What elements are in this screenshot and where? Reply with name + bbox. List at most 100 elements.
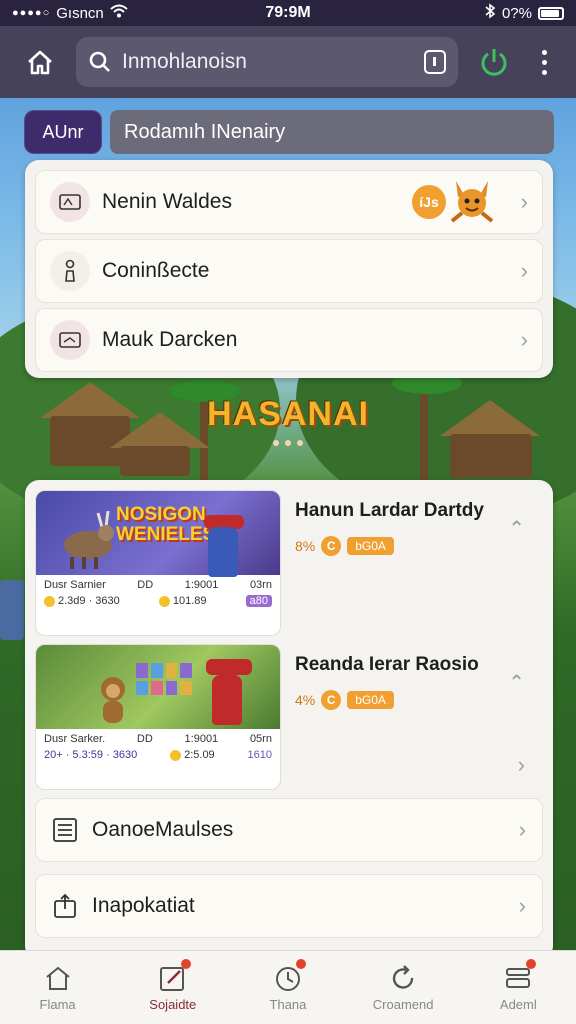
stat-b1: 2.3d9 · 3630 <box>58 595 120 607</box>
nav-item-refresh[interactable]: Croamend <box>353 963 453 1012</box>
nav-label: Ademl <box>499 997 537 1012</box>
share-icon <box>54 893 76 918</box>
stat-name: Dusr Sarker. <box>44 733 106 745</box>
coin-icon <box>158 595 170 607</box>
chevron-up-icon[interactable]: ⌃ <box>508 670 525 695</box>
stat-b3: 1610 <box>247 749 272 761</box>
game-info: Reanda Ierar Raosio 4% C bG0A ⌃ › <box>281 644 543 790</box>
coin-icon <box>44 595 55 607</box>
nav-item-stack[interactable]: Ademl <box>468 959 568 1012</box>
tabs-icon[interactable] <box>424 50 446 74</box>
game-row-1[interactable]: Dusr Sarker. DD 1:9001 05rn 20+ · 5.3:59… <box>35 644 543 790</box>
carousel-dots <box>200 440 376 446</box>
game-percent: 4% <box>295 692 316 708</box>
nav-label: Sojaidte <box>149 997 197 1012</box>
more-menu-icon[interactable] <box>530 40 558 84</box>
stat-a1: DD <box>137 579 154 591</box>
nav-label: Flama <box>39 997 76 1012</box>
stat-a3: 03rn <box>249 579 272 591</box>
stat-a1: DD <box>136 733 153 745</box>
carrier-label: Gısncn <box>56 4 104 22</box>
search-bar[interactable] <box>76 37 458 87</box>
home-icon <box>28 50 52 75</box>
battery-icon <box>538 6 564 20</box>
tablet-icon <box>50 182 90 222</box>
game-title: Reanda Ierar Raosio <box>295 654 479 675</box>
battery-percent: 0?% <box>501 4 532 22</box>
home-icon <box>45 966 70 990</box>
game-thumbnail[interactable]: Dusr Sarker. DD 1:9001 05rn 20+ · 5.3:59… <box>35 644 281 790</box>
game-stats: Dusr Sarnier DD 1:9001 03rn 2.3d9 · 3630… <box>36 575 280 615</box>
game-logo: HASANAI <box>200 395 376 446</box>
chevron-right-icon: › <box>518 817 526 842</box>
stat-b3: a80 <box>245 595 272 607</box>
list-row-label: OanoeMaulses <box>92 818 234 841</box>
list-row-0[interactable]: OanoeMaulses › <box>35 798 543 862</box>
figure-icon <box>50 251 90 291</box>
stat-b2: 2:5.09 <box>184 749 215 761</box>
game-percent: 8% <box>295 538 316 554</box>
power-icon <box>481 49 507 76</box>
stat-a3: 05rn <box>249 733 272 745</box>
menu-item-2[interactable]: Mauk Darcken › <box>35 308 543 372</box>
stat-a2: 1:9001 <box>184 579 219 591</box>
power-button[interactable] <box>472 40 516 84</box>
top-bar <box>0 26 576 98</box>
filter-field[interactable]: Rodamıh INenairy <box>110 110 554 154</box>
game-tag: bG0A <box>347 537 394 555</box>
nav-label: Croamend <box>372 997 434 1012</box>
game-stats: Dusr Sarker. DD 1:9001 05rn 20+ · 5.3:59… <box>36 729 280 769</box>
chevron-right-icon: › <box>520 327 528 352</box>
list-row-label: Inapokatiat <box>92 894 195 917</box>
game-art <box>36 645 280 729</box>
menu-item-label: Mauk Darcken <box>102 328 238 351</box>
goat-icon <box>64 510 114 569</box>
clock: 79:9M <box>265 4 311 21</box>
search-icon <box>89 51 110 72</box>
chevron-right-icon: › <box>518 893 526 918</box>
game-logo-title: HASANAI <box>207 395 369 433</box>
stat-b2: 101.89 <box>172 595 207 607</box>
game-tag: bG0A <box>347 691 394 709</box>
refresh-icon <box>392 965 414 989</box>
game-title: Hanun Lardar Dartdy <box>295 500 484 521</box>
chevron-right-icon[interactable]: › <box>518 752 525 778</box>
notification-badge <box>295 959 306 969</box>
chevron-right-icon: › <box>520 189 528 214</box>
menu-item-1[interactable]: Coninßecte › <box>35 239 543 303</box>
filter-row: AUnr Rodamıh INenairy <box>24 110 554 154</box>
ticket-icon <box>50 320 90 360</box>
coin-badge: íJs <box>412 185 446 219</box>
stat-name: Dusr Sarnier <box>44 579 106 591</box>
nav-item-home[interactable]: Flama <box>8 963 108 1012</box>
status-bar: ●●●●○ Gısncn 79:9M 0?% <box>0 0 576 26</box>
game-thumbnail[interactable]: NOSIGON WENIELES Dusr Sarnier DD 1:9001 … <box>35 490 281 636</box>
thumb-title-line: NOSIGON <box>116 504 206 525</box>
coin-badge: C <box>321 536 342 556</box>
menu-item-0[interactable]: Nenin Waldes íJs › <box>35 170 543 234</box>
chevron-up-icon[interactable]: ⌃ <box>508 516 525 541</box>
home-button[interactable] <box>18 40 62 84</box>
game-row-0[interactable]: NOSIGON WENIELES Dusr Sarnier DD 1:9001 … <box>35 490 543 636</box>
search-input[interactable] <box>122 50 414 74</box>
nav-label: Thana <box>269 997 307 1012</box>
list-row-1[interactable]: Inapokatiat › <box>35 874 543 938</box>
nav-item-edit[interactable]: Sojaidte <box>123 959 223 1012</box>
signal-icon: ●●●●○ <box>12 7 51 19</box>
stat-b1: 20+ · 5.3:59 · 3630 <box>44 749 138 761</box>
notification-badge <box>180 959 191 969</box>
category-pill[interactable]: AUnr <box>24 110 102 154</box>
bluetooth-icon <box>484 3 496 23</box>
menu-card: Nenin Waldes íJs › Coninßecte › Mauk Dar… <box>25 160 553 378</box>
notification-badge <box>526 959 537 969</box>
mascot-icon <box>450 181 494 223</box>
chevron-right-icon: › <box>520 258 528 283</box>
thumb-title-line: WENIELES <box>116 524 216 545</box>
coin-icon <box>170 749 182 761</box>
list-icon <box>53 818 77 842</box>
nav-item-timer[interactable]: Thana <box>238 959 338 1012</box>
stat-a2: 1:9001 <box>184 733 219 745</box>
wifi-icon <box>110 4 128 22</box>
game-info: Hanun Lardar Dartdy 8% C bG0A ⌃ <box>281 490 543 636</box>
menu-item-label: Coninßecte <box>102 259 210 282</box>
